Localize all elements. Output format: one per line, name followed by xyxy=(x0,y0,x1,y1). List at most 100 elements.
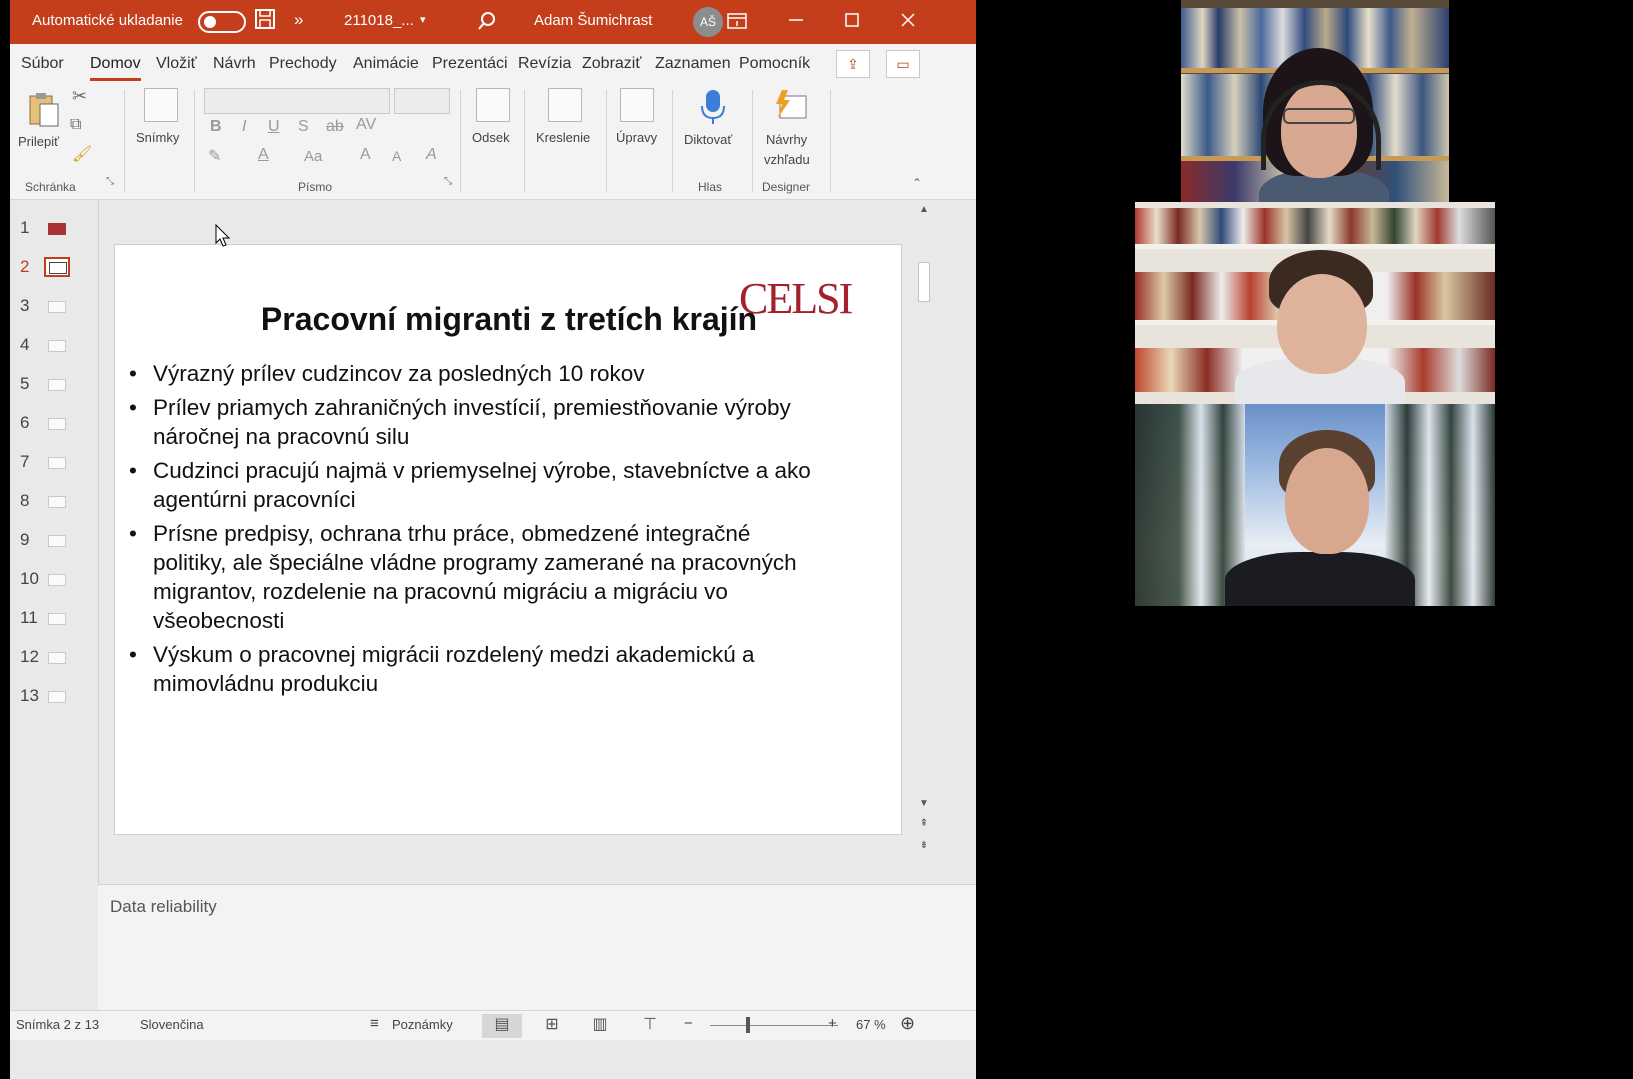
tab-view[interactable]: Zobraziť xyxy=(582,55,641,73)
bullet-item[interactable]: Prílev priamych zahraničných investícií,… xyxy=(129,393,829,451)
tab-home[interactable]: Domov xyxy=(90,55,141,81)
slide-thumbnail[interactable]: 6 xyxy=(10,409,98,439)
notes-icon[interactable]: ≡ xyxy=(370,1015,379,1032)
copy-icon[interactable]: ⧉ xyxy=(70,116,81,134)
zoom-slider[interactable] xyxy=(710,1025,838,1026)
language-indicator[interactable]: Slovenčina xyxy=(140,1017,204,1032)
font-color-icon[interactable]: A xyxy=(258,146,269,164)
reading-view-button[interactable]: ▥ xyxy=(580,1014,620,1038)
zoom-slider-thumb[interactable] xyxy=(746,1017,750,1033)
tab-help[interactable]: Pomocník xyxy=(739,55,810,73)
clear-formatting-button[interactable]: A xyxy=(426,146,437,164)
design-ideas-button[interactable]: Návrhy vzhľadu xyxy=(760,88,824,172)
normal-view-button[interactable]: ▤ xyxy=(482,1014,522,1038)
underline-button[interactable]: U xyxy=(268,118,280,136)
slide-thumbnail[interactable]: 8 xyxy=(10,487,98,517)
video-tile-participant-2[interactable] xyxy=(1135,202,1495,404)
slide-preview[interactable] xyxy=(48,223,66,235)
slide-title[interactable]: Pracovní migranti z tretích krajín xyxy=(115,301,903,338)
strikethrough-button[interactable]: ab xyxy=(326,118,344,136)
slide-preview[interactable] xyxy=(48,418,66,430)
notes-button[interactable]: Poznámky xyxy=(392,1017,453,1032)
dictate-button[interactable]: Diktovať xyxy=(682,88,746,168)
comments-icon[interactable]: ▭ xyxy=(886,50,920,78)
tab-review[interactable]: Revízia xyxy=(518,55,571,73)
search-icon[interactable] xyxy=(476,10,498,36)
vertical-scrollbar[interactable]: ▲ ▼ ⇞ ⇟ xyxy=(916,200,932,851)
tab-file[interactable]: Súbor xyxy=(21,55,64,73)
slide-sorter-button[interactable]: ⊞ xyxy=(532,1014,572,1038)
paragraph-button[interactable]: Odsek xyxy=(470,88,516,168)
share-icon[interactable]: ⇪ xyxy=(836,50,870,78)
character-spacing-button[interactable]: AV xyxy=(356,116,376,134)
zoom-in-button[interactable]: + xyxy=(828,1015,837,1032)
dialog-launcher-icon[interactable]: ⤡ xyxy=(106,176,114,187)
highlight-icon[interactable]: ✎ xyxy=(208,146,221,166)
video-tile-participant-3[interactable] xyxy=(1135,404,1495,606)
font-name-select[interactable] xyxy=(204,88,390,114)
tab-design[interactable]: Návrh xyxy=(213,55,256,73)
slide-canvas[interactable]: CELSI Pracovní migranti z tretích krajín… xyxy=(114,244,902,835)
slide-thumbnail[interactable]: 1 xyxy=(10,214,98,244)
slide-thumbnail[interactable]: 13 xyxy=(10,682,98,712)
slide-thumbnail[interactable]: 5 xyxy=(10,370,98,400)
cut-icon[interactable]: ✂ xyxy=(72,86,87,107)
bullet-list[interactable]: Výrazný prílev cudzincov za posledných 1… xyxy=(129,359,829,703)
slide-preview[interactable] xyxy=(44,257,70,277)
italic-button[interactable]: I xyxy=(242,118,246,136)
scroll-down-icon[interactable]: ▼ xyxy=(916,796,932,812)
slide-preview[interactable] xyxy=(48,301,66,313)
slide-thumbnail[interactable]: 11 xyxy=(10,604,98,634)
maximize-icon[interactable] xyxy=(842,10,862,34)
shrink-font-button[interactable]: A xyxy=(392,148,401,164)
slide-thumbnail[interactable]: 4 xyxy=(10,331,98,361)
save-icon[interactable] xyxy=(254,8,276,34)
slide-preview[interactable] xyxy=(48,457,66,469)
slide-thumbnail[interactable]: 3 xyxy=(10,292,98,322)
slide-thumbnail[interactable]: 12 xyxy=(10,643,98,673)
font-dialog-launcher-icon[interactable]: ⤡ xyxy=(444,176,452,187)
bullet-item[interactable]: Výskum o pracovnej migrácii rozdelený me… xyxy=(129,640,829,698)
grow-font-button[interactable]: A xyxy=(360,146,371,164)
slide-thumbnail[interactable]: 9 xyxy=(10,526,98,556)
slide-thumbnail[interactable]: 10 xyxy=(10,565,98,595)
chevron-down-icon[interactable]: ▾ xyxy=(420,13,426,26)
drawing-button[interactable]: Kreslenie xyxy=(534,88,598,168)
next-slide-icon[interactable]: ⇟ xyxy=(916,838,932,854)
slides-button[interactable]: Snímky xyxy=(134,88,190,168)
slide-preview[interactable] xyxy=(48,535,66,547)
slide-preview[interactable] xyxy=(48,652,66,664)
slideshow-button[interactable]: ⊤ xyxy=(630,1014,670,1038)
zoom-out-button[interactable]: − xyxy=(684,1015,693,1032)
notes-pane[interactable]: Data reliability xyxy=(98,884,976,1010)
collapse-ribbon-icon[interactable]: ⌃ xyxy=(912,176,922,190)
fit-to-window-icon[interactable]: ⊕ xyxy=(900,1013,915,1034)
tab-record[interactable]: Zaznamen xyxy=(655,55,731,73)
tab-insert[interactable]: Vložiť xyxy=(156,55,197,73)
scroll-up-icon[interactable]: ▲ xyxy=(916,202,932,218)
slide-preview[interactable] xyxy=(48,340,66,352)
close-icon[interactable] xyxy=(898,10,918,34)
paste-button[interactable]: Prilepiť xyxy=(18,88,64,168)
scroll-thumb[interactable] xyxy=(918,262,930,302)
autosave-toggle[interactable] xyxy=(198,11,246,33)
slide-preview[interactable] xyxy=(48,379,66,391)
tab-animations[interactable]: Animácie xyxy=(353,55,419,73)
bullet-item[interactable]: Cudzinci pracujú najmä v priemyselnej vý… xyxy=(129,456,829,514)
previous-slide-icon[interactable]: ⇞ xyxy=(916,816,932,832)
change-case-button[interactable]: Aa xyxy=(304,148,322,165)
tab-slideshow[interactable]: Prezentáci xyxy=(432,55,508,73)
bullet-item[interactable]: Prísne predpisy, ochrana trhu práce, obm… xyxy=(129,519,829,635)
video-tile-participant-1[interactable] xyxy=(1181,0,1449,202)
tab-transitions[interactable]: Prechody xyxy=(269,55,337,73)
slide-preview[interactable] xyxy=(48,613,66,625)
ribbon-display-icon[interactable] xyxy=(726,12,748,34)
zoom-level[interactable]: 67 % xyxy=(856,1017,886,1032)
editing-button[interactable]: Úpravy xyxy=(614,88,664,168)
slide-thumbnail[interactable]: 7 xyxy=(10,448,98,478)
minimize-icon[interactable] xyxy=(786,10,806,34)
format-painter-icon[interactable]: 🖌 xyxy=(72,144,92,164)
avatar[interactable]: AŠ xyxy=(693,7,723,37)
bullet-item[interactable]: Výrazný prílev cudzincov za posledných 1… xyxy=(129,359,829,388)
file-name[interactable]: 211018_... xyxy=(344,12,414,29)
